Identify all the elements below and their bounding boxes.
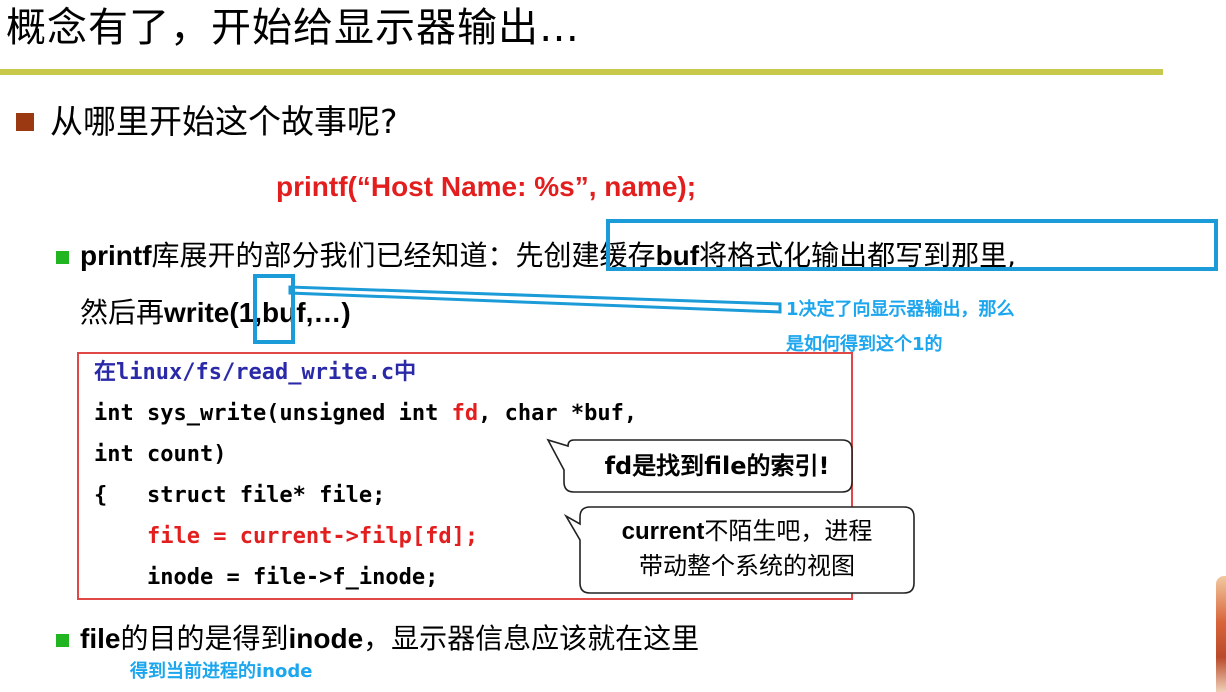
code-fd-param: fd: [451, 401, 479, 426]
term-current: current: [621, 518, 705, 545]
code-l1-b: , char *buf,: [478, 401, 638, 426]
callout1-a: fd: [604, 452, 633, 480]
para1-lead-text: 库展开的部分我们已经知道：: [151, 239, 516, 272]
highlight-box-buffer: [606, 219, 1218, 271]
note1-line1: 1决定了向显示器输出，那么: [786, 299, 1015, 320]
term-write: write(: [164, 297, 239, 328]
code-line-4: file = current->filp[fd];: [94, 524, 479, 549]
code-line-1: int sys_write(unsigned int fd, char *buf…: [94, 399, 637, 429]
annotation-note-inode: 得到当前进程的inode: [130, 661, 313, 682]
para3-text-b: ，显示器信息应该就在这里: [363, 622, 700, 655]
code-line-3: { struct file* file;: [94, 483, 386, 508]
paragraph-inode: file的目的是得到inode，显示器信息应该就在这里: [80, 621, 699, 657]
code-file-suffix: 中: [394, 360, 417, 385]
edge-image-fragment: [1216, 576, 1226, 692]
slide-title: 概念有了，开始给显示器输出…: [6, 5, 580, 51]
callout2-line1-rest: 不陌生吧，进程: [704, 517, 873, 545]
callout1-d: 的索引!: [746, 452, 830, 480]
code-source-file: 在linux/fs/read_write.c中: [94, 358, 416, 388]
callout2-line1: current不陌生吧，进程: [584, 514, 910, 549]
callout-current-text: current不陌生吧，进程 带动整个系统的视图: [584, 514, 910, 583]
printf-call: printf(“Host Name: %s”, name);: [276, 171, 697, 202]
bullet-square-icon: [16, 113, 34, 131]
callout1-b: 是找到: [632, 452, 705, 480]
para3-text-a: 的目的是得到: [120, 622, 289, 655]
main-question: 从哪里开始这个故事呢?: [50, 102, 398, 141]
sub-bullet-icon: [56, 251, 69, 264]
code-file-prefix: 在: [94, 360, 117, 385]
sub-bullet-icon: [56, 634, 69, 647]
term-inode: inode: [288, 623, 364, 654]
term-printf: printf: [80, 240, 152, 271]
para2-prefix: 然后再: [80, 296, 165, 329]
paragraph-write: 然后再write(1,buf,…): [80, 295, 351, 331]
highlight-box-fd-one: [253, 274, 295, 344]
code-file-path: linux/fs/read_write.c: [116, 360, 395, 385]
code-line-5: inode = file->f_inode;: [94, 565, 439, 590]
callout-fd-text: fd是找到file的索引!: [582, 447, 852, 485]
code-line-2: int count): [94, 442, 227, 467]
term-file: file: [80, 623, 121, 654]
callout1-c: file: [704, 452, 747, 480]
term-one: 1: [238, 297, 255, 328]
callout2-line2: 带动整个系统的视图: [639, 552, 855, 580]
code-l1-a: int sys_write(unsigned int: [94, 401, 452, 426]
connector-wedge: [288, 285, 782, 314]
title-underline: [0, 69, 1163, 75]
